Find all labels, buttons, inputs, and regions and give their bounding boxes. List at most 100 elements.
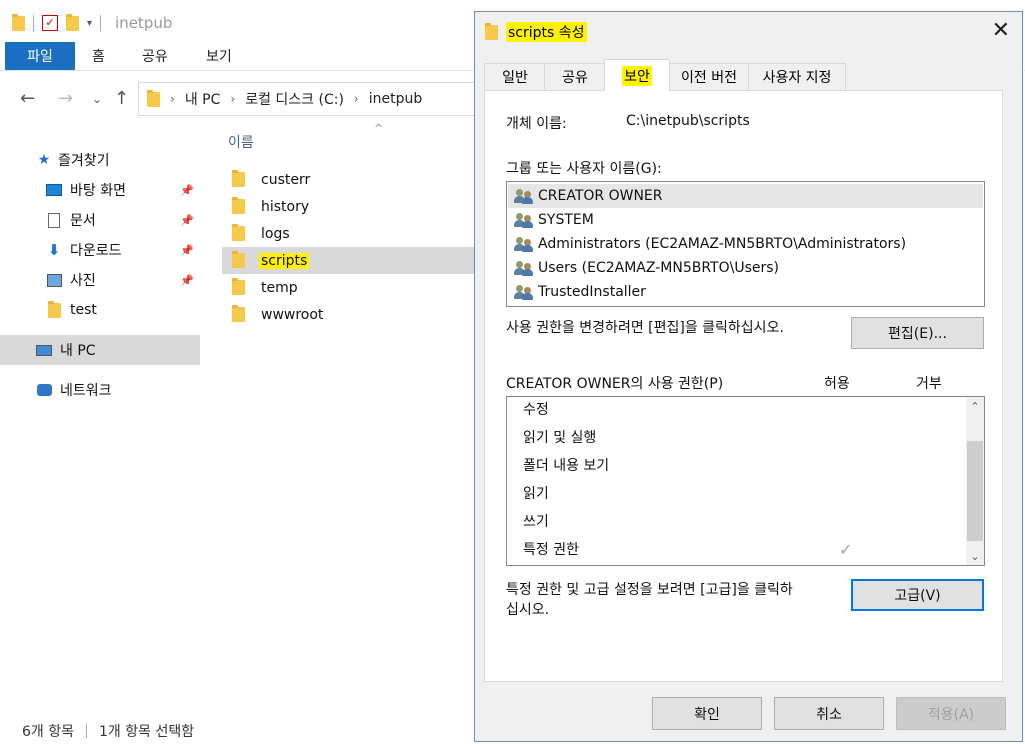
dialog-title-bar: scripts 속성 [485, 20, 587, 44]
file-list: ^ 이름 custerr history logs scripts temp w… [222, 122, 474, 338]
toolbar-separator [100, 15, 102, 31]
back-arrow-icon[interactable]: ← [20, 88, 35, 109]
permission-row: 읽기 [523, 479, 953, 507]
folder-icon [232, 170, 245, 187]
sidebar-item-desktop[interactable]: 바탕 화면 📌 [0, 176, 200, 204]
sidebar-item-downloads[interactable]: ⬇ 다운로드 📌 [0, 236, 200, 264]
sidebar-item-test[interactable]: test [0, 296, 200, 324]
folder-icon [232, 305, 245, 322]
permission-row: 폴더 내용 보기 [523, 451, 953, 479]
star-icon: ★ [37, 152, 51, 168]
group-users-list[interactable]: CREATOR OWNER SYSTEM Administrators (EC2… [506, 181, 985, 307]
toolbar-separator [33, 15, 34, 31]
advanced-hint-line-2: 십시오. [506, 602, 550, 618]
desktop-icon [46, 182, 62, 198]
pin-icon[interactable]: 📌 [180, 274, 194, 287]
tab-general[interactable]: 일반 [484, 63, 546, 90]
pin-icon[interactable]: 📌 [180, 184, 194, 197]
status-separator [86, 724, 87, 738]
dialog-title: scripts 속성 [506, 22, 587, 42]
ribbon-tab-home[interactable]: 홈 [92, 42, 105, 70]
user-row-system[interactable]: SYSTEM [508, 208, 594, 232]
sidebar-item-label: 사진 [70, 273, 96, 289]
permissions-list[interactable]: 수정 읽기 및 실행 폴더 내용 보기 읽기 쓰기 특정 권한 ✓ ⌃ ⌄ [506, 396, 985, 566]
new-folder-icon[interactable] [66, 13, 79, 31]
up-arrow-icon[interactable]: ↑ [114, 88, 129, 109]
pin-icon[interactable]: 📌 [180, 214, 194, 227]
forward-arrow-icon[interactable]: → [58, 88, 73, 109]
tab-security-label: 보안 [622, 65, 652, 86]
permissions-scrollbar[interactable]: ⌃ ⌄ [966, 397, 984, 565]
quick-access-toolbar: ✓ ▾ inetpub [12, 10, 172, 36]
sidebar-item-quick-access[interactable]: ★ 즐겨찾기 [0, 146, 200, 174]
file-name: history [261, 198, 310, 215]
ribbon-tab-view[interactable]: 보기 [206, 42, 232, 70]
ribbon-tab-share[interactable]: 공유 [142, 42, 168, 70]
user-group-icon [514, 260, 534, 276]
properties-check-icon[interactable]: ✓ [42, 15, 58, 31]
close-icon[interactable]: ✕ [992, 18, 1010, 43]
sidebar-item-pictures[interactable]: 사진 📌 [0, 266, 200, 294]
sort-ascending-icon: ^ [374, 122, 384, 135]
cancel-button[interactable]: 취소 [774, 697, 884, 730]
scrollbar-thumb[interactable] [967, 441, 983, 541]
pin-icon[interactable]: 📌 [180, 244, 194, 257]
scroll-up-icon[interactable]: ⌃ [966, 397, 984, 415]
chevron-right-icon[interactable]: › [230, 92, 235, 106]
folder-icon [232, 251, 245, 268]
file-row[interactable]: history [222, 193, 474, 220]
user-row-trustedinstaller[interactable]: TrustedInstaller [508, 280, 646, 304]
permission-name: 읽기 [523, 486, 549, 502]
permission-name: 폴더 내용 보기 [523, 458, 610, 474]
network-icon [36, 382, 52, 398]
tab-security[interactable]: 보안 [604, 59, 670, 91]
breadcrumb-inetpub[interactable]: inetpub [369, 91, 423, 107]
ribbon-file-tab[interactable]: 파일 [5, 42, 75, 70]
chevron-down-icon[interactable]: ▾ [87, 18, 92, 29]
file-row-selected[interactable]: scripts [222, 247, 474, 274]
download-arrow-icon: ⬇ [47, 241, 61, 259]
advanced-button[interactable]: 고급(V) [851, 579, 984, 611]
file-row[interactable]: temp [222, 274, 474, 301]
recent-locations-chevron-icon[interactable]: ⌄ [92, 92, 102, 106]
user-row-users[interactable]: Users (EC2AMAZ-MN5BRTO\Users) [508, 256, 779, 280]
file-row[interactable]: custerr [222, 166, 474, 193]
breadcrumb-local-disk[interactable]: 로컬 디스크 (C:) [245, 89, 344, 109]
chevron-right-icon[interactable]: › [170, 92, 175, 106]
file-name: custerr [261, 171, 311, 188]
file-name: temp [261, 279, 298, 296]
file-row[interactable]: wwwroot [222, 301, 474, 328]
sidebar-item-label: test [70, 302, 97, 318]
breadcrumb-this-pc[interactable]: 내 PC [185, 89, 221, 109]
tab-customize[interactable]: 사용자 지정 [748, 63, 846, 90]
permission-name: 쓰기 [523, 514, 549, 530]
navigation-bar: ← → ⌄ ↑ › 내 PC › 로컬 디스크 (C:) › inetpub [0, 82, 475, 118]
object-name-label: 개체 이름: [506, 116, 567, 132]
permission-name: 읽기 및 실행 [523, 430, 597, 446]
apply-button[interactable]: 적용(A) [896, 697, 1006, 730]
address-bar[interactable]: › 내 PC › 로컬 디스크 (C:) › inetpub [138, 82, 475, 116]
properties-dialog: scripts 속성 ✕ 일반 공유 보안 이전 버전 사용자 지정 개체 이름… [474, 11, 1023, 742]
tab-sharing[interactable]: 공유 [544, 63, 606, 90]
user-group-icon [514, 212, 534, 228]
user-row-creator-owner[interactable]: CREATOR OWNER [508, 184, 983, 208]
sidebar-item-documents[interactable]: 문서 📌 [0, 206, 200, 234]
user-row-administrators[interactable]: Administrators (EC2AMAZ-MN5BRTO\Administ… [508, 232, 906, 256]
folder-icon [485, 22, 498, 40]
chevron-right-icon[interactable]: › [354, 92, 359, 106]
permission-row: 특정 권한 ✓ [523, 535, 953, 563]
column-header-name[interactable]: 이름 [228, 132, 254, 152]
window-title: inetpub [115, 14, 173, 32]
file-row[interactable]: logs [222, 220, 474, 247]
user-name: TrustedInstaller [538, 284, 646, 300]
user-group-icon [514, 236, 534, 252]
ok-button[interactable]: 확인 [652, 697, 762, 730]
sidebar-item-label: 즐겨찾기 [58, 153, 110, 169]
sidebar-item-network[interactable]: 네트워크 [0, 376, 200, 404]
scroll-down-icon[interactable]: ⌄ [966, 547, 984, 565]
sidebar-item-this-pc[interactable]: 내 PC [0, 335, 200, 365]
tab-previous-versions[interactable]: 이전 버전 [668, 63, 750, 90]
edit-button[interactable]: 편집(E)... [851, 317, 984, 349]
allow-check-icon: ✓ [839, 539, 853, 559]
user-name: Administrators (EC2AMAZ-MN5BRTO\Administ… [538, 236, 907, 252]
